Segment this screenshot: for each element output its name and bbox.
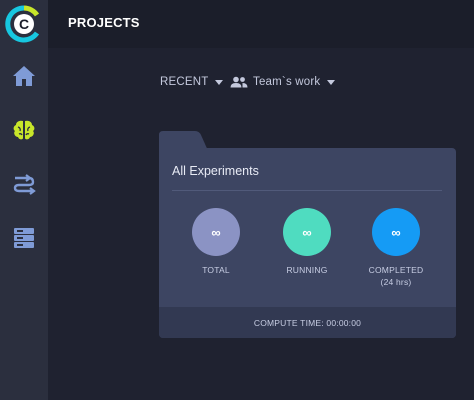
users-icon [230,76,248,88]
app-logo[interactable]: C [0,0,48,48]
completed-label: COMPLETED (24 hrs) [369,264,424,288]
card-footer: COMPUTE TIME: 00:00:00 [159,307,456,338]
compute-time: COMPUTE TIME: 00:00:00 [253,317,362,328]
team-dropdown[interactable]: Team`s work [230,74,336,90]
total-circle: ∞ [192,208,240,256]
flow-icon [13,174,36,195]
sidebar-item-home[interactable] [0,56,48,96]
completed-label-text: COMPLETED [368,265,424,275]
chevron-down-icon [215,80,224,85]
stat-total[interactable]: ∞ TOTAL [171,208,261,276]
logo-icon: C [5,5,40,43]
sidebar-item-pipelines[interactable] [0,164,48,204]
page-title: PROJECTS [68,15,140,30]
brain-icon [13,120,35,140]
sidebar-item-resources[interactable] [0,218,48,258]
experiments-card: All Experiments ∞ TOTAL ∞ RUNNING ∞ COMP… [159,148,456,338]
stat-running[interactable]: ∞ RUNNING [262,208,352,276]
stat-completed[interactable]: ∞ COMPLETED (24 hrs) [351,208,441,288]
svg-text:C: C [19,16,29,32]
chevron-down-icon [327,80,336,85]
card-title: All Experiments [172,164,259,178]
completed-sublabel: (24 hrs) [380,277,412,287]
sidebar: C [0,0,48,400]
recent-dropdown[interactable]: RECENT [160,74,224,90]
divider [172,190,442,191]
running-label: RUNNING [286,265,328,275]
total-label: TOTAL [202,265,230,275]
completed-circle: ∞ [372,208,420,256]
team-label: Team`s work [253,76,321,88]
sidebar-item-experiments[interactable] [0,110,48,150]
home-icon [13,66,35,86]
server-icon [14,228,34,248]
running-circle: ∞ [283,208,331,256]
recent-label: RECENT [160,76,209,88]
